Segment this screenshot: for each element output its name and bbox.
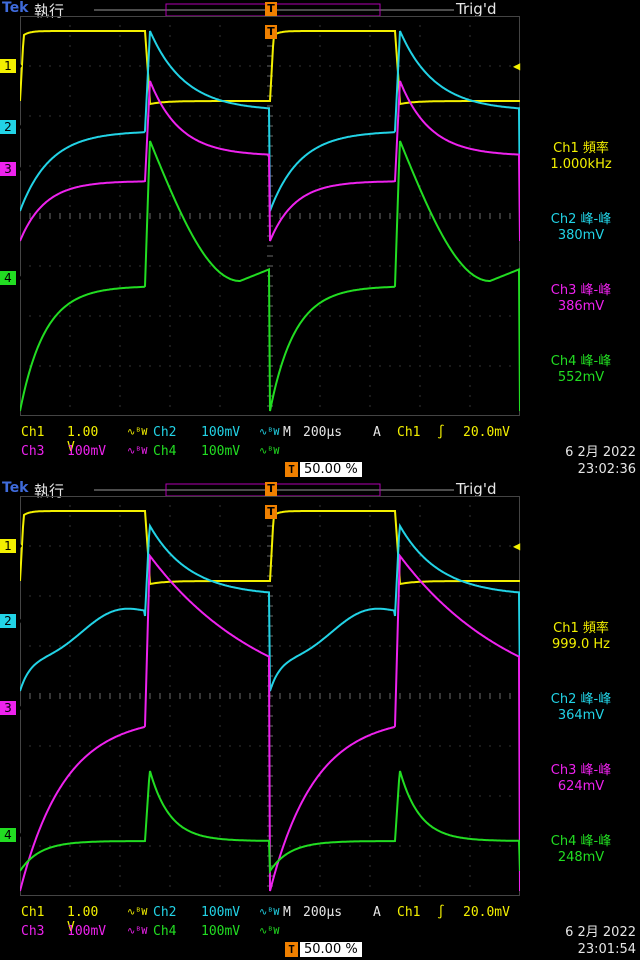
ch1-bw-icon: ∿ᴮW <box>127 907 148 918</box>
ch3-bw-icon: ∿ᴮW <box>127 446 148 457</box>
ch2-scale[interactable]: 100mV <box>198 425 243 440</box>
ch3-waveform <box>20 80 520 242</box>
ch3-bw-icon: ∿ᴮW <box>127 926 148 937</box>
brand-logo: Tek <box>2 0 29 16</box>
measurement-ch2: Ch2 峰-峰 380mV <box>550 212 612 243</box>
trigger-level-marker: ◀ <box>513 59 521 73</box>
timebase-label: M <box>283 425 291 440</box>
ch4-label[interactable]: Ch4 <box>150 924 179 939</box>
ch1-label[interactable]: Ch1 <box>18 425 47 440</box>
scope-screen-bottom: Tek 執行 T Trig'd T 1 2 3 4 ◀ Ch1 頻率 999.0 … <box>0 480 640 960</box>
measurement-ch4: Ch4 峰-峰 552mV <box>550 354 612 385</box>
trigger-level[interactable]: 20.0mV <box>460 905 513 920</box>
ch4-ground-marker[interactable]: 4 <box>0 271 22 285</box>
time-display: 23:01:54 <box>577 942 636 957</box>
measurement-ch1: Ch1 頻率 1.000kHz <box>550 141 612 172</box>
trigger-point-marker: T <box>265 505 277 519</box>
trigger-point-marker: T <box>265 25 277 39</box>
measurement-ch3: Ch3 峰-峰 624mV <box>550 763 612 794</box>
date-display: 6 2月 2022 <box>565 925 636 940</box>
trigger-position-marker: T <box>265 2 277 16</box>
ch2-label[interactable]: Ch2 <box>150 425 179 440</box>
measurement-ch2: Ch2 峰-峰 364mV <box>550 692 612 723</box>
ch4-bw-icon: ∿ᴮW <box>259 926 280 937</box>
measurement-ch3: Ch3 峰-峰 386mV <box>550 283 612 314</box>
trigger-position-marker: T <box>265 482 277 496</box>
trigger-position-percent[interactable]: 50.00 % <box>300 942 362 957</box>
ch2-label[interactable]: Ch2 <box>150 905 179 920</box>
ch2-scale[interactable]: 100mV <box>198 905 243 920</box>
ch3-ground-marker[interactable]: 3 <box>0 162 22 176</box>
acquisition-mode: A <box>373 425 381 440</box>
ch1-scale[interactable]: 1.00 V <box>64 905 101 935</box>
brand-logo: Tek <box>2 480 29 496</box>
waveform-graticule <box>20 496 520 896</box>
timebase-value[interactable]: 200µs <box>300 905 345 920</box>
ch4-scale[interactable]: 100mV <box>198 444 243 459</box>
time-display: 23:02:36 <box>577 462 636 477</box>
ch2-ground-marker[interactable]: 2 <box>0 614 22 628</box>
ch1-waveform <box>20 30 520 106</box>
timebase-value[interactable]: 200µs <box>300 425 345 440</box>
date-display: 6 2月 2022 <box>565 445 636 460</box>
ch3-label[interactable]: Ch3 <box>18 444 47 459</box>
ch2-ground-marker[interactable]: 2 <box>0 120 22 134</box>
ch1-ground-marker[interactable]: 1 <box>0 539 22 553</box>
trigger-level[interactable]: 20.0mV <box>460 425 513 440</box>
trigger-position-icon: T <box>285 462 298 477</box>
ch4-bw-icon: ∿ᴮW <box>259 446 280 457</box>
ch4-label[interactable]: Ch4 <box>150 444 179 459</box>
ch1-ground-marker[interactable]: 1 <box>0 59 22 73</box>
trigger-level-marker: ◀ <box>513 539 521 553</box>
measurement-ch4: Ch4 峰-峰 248mV <box>550 834 612 865</box>
ch4-scale[interactable]: 100mV <box>198 924 243 939</box>
trigger-position-icon: T <box>285 942 298 957</box>
trigger-slope-icon: ∫ <box>437 425 445 440</box>
trigger-position-percent[interactable]: 50.00 % <box>300 462 362 477</box>
ch1-bw-icon: ∿ᴮW <box>127 427 148 438</box>
measurement-ch1: Ch1 頻率 999.0 Hz <box>552 621 610 652</box>
ch3-label[interactable]: Ch3 <box>18 924 47 939</box>
trigger-source[interactable]: Ch1 <box>394 425 423 440</box>
scope-screen-top: Tek 執行 T Trig'd T 1 2 3 4 ◀ Ch1 頻率 1.000k… <box>0 0 640 480</box>
ch3-scale[interactable]: 100mV <box>64 444 109 459</box>
ch1-scale[interactable]: 1.00 V <box>64 425 101 455</box>
trigger-source[interactable]: Ch1 <box>394 905 423 920</box>
ch3-scale[interactable]: 100mV <box>64 924 109 939</box>
trigger-slope-icon: ∫ <box>437 905 445 920</box>
acquisition-mode: A <box>373 905 381 920</box>
waveform-graticule <box>20 16 520 416</box>
timebase-label: M <box>283 905 291 920</box>
ch1-label[interactable]: Ch1 <box>18 905 47 920</box>
ch4-ground-marker[interactable]: 4 <box>0 828 22 842</box>
ch2-bw-icon: ∿ᴮW <box>259 907 280 918</box>
ch2-bw-icon: ∿ᴮW <box>259 427 280 438</box>
ch3-ground-marker[interactable]: 3 <box>0 701 22 715</box>
